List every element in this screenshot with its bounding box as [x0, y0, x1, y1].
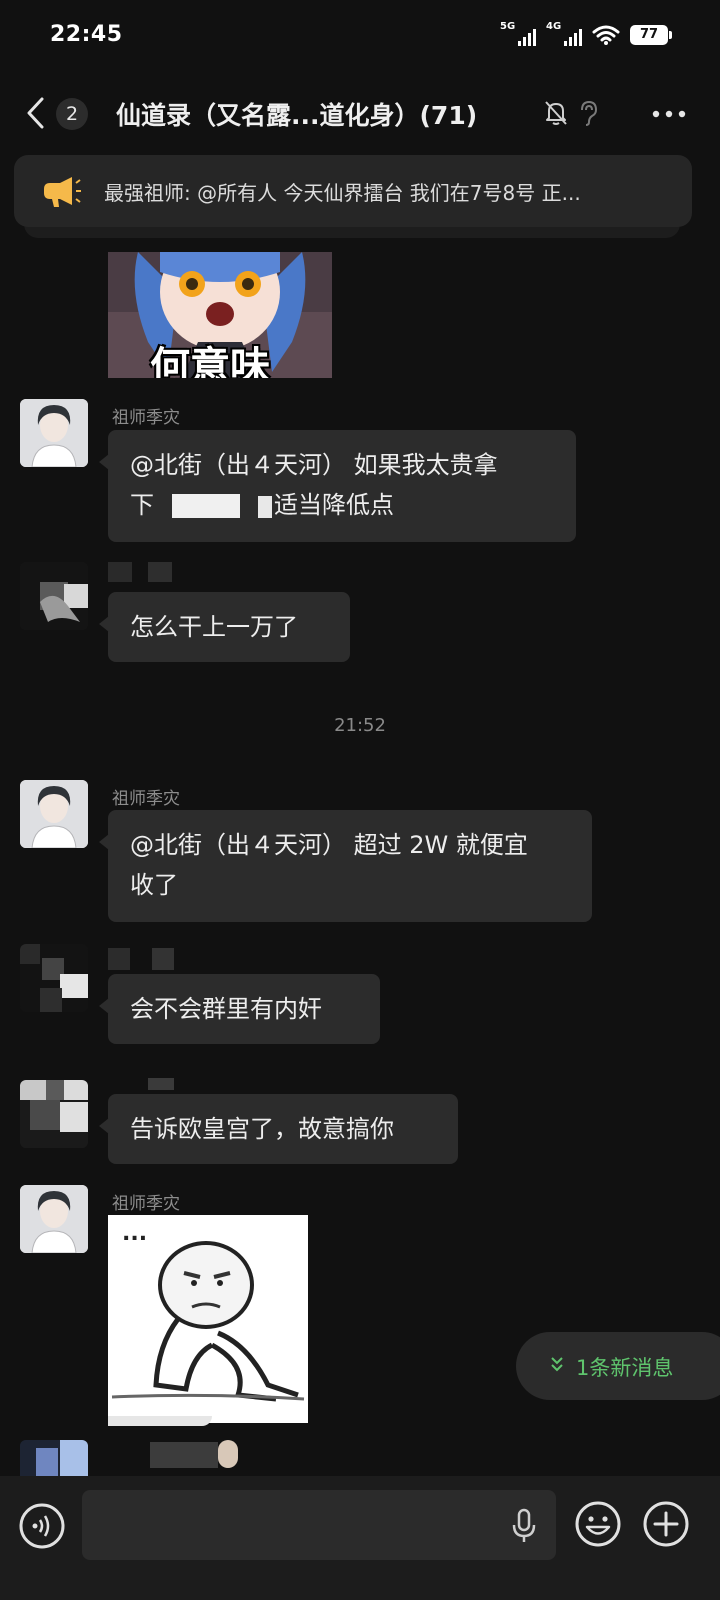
sender-name: 祖师季灾	[112, 1194, 180, 1214]
redacted-sender-name	[218, 1440, 238, 1468]
chevron-down-icon	[551, 1357, 563, 1372]
message-line: 收了	[130, 871, 178, 899]
redacted-sender-name	[108, 948, 130, 970]
chat-header: 2 仙道录（又名露...道化身）(71)	[0, 82, 720, 144]
redacted-sender-name	[148, 1078, 174, 1090]
redacted-sender-name	[108, 562, 132, 582]
avatar[interactable]	[20, 780, 88, 848]
megaphone-icon	[44, 177, 81, 207]
status-bar: 22:45 5G 4G 77	[0, 0, 720, 72]
status-icons: 5G 4G 77	[500, 21, 672, 46]
avatar[interactable]	[20, 562, 88, 630]
message-bubble[interactable]: 会不会群里有内奸	[99, 974, 380, 1044]
new-messages-button[interactable]: 1条新消息	[516, 1332, 720, 1400]
sticker-ellipsis-text: ...	[122, 1221, 148, 1246]
message-line: @北街（出４天河） 如果我太贵拿	[130, 451, 498, 479]
message-bubble[interactable]: @北街（出４天河） 如果我太贵拿 下 适当降低点	[99, 430, 576, 542]
more-icon[interactable]	[652, 110, 686, 118]
sticker-message[interactable]: ...	[108, 1215, 308, 1423]
chat-title[interactable]: 仙道录（又名露...道化身）(71)	[116, 96, 477, 132]
mic-icon[interactable]	[512, 1508, 536, 1544]
redaction-blur	[258, 496, 272, 518]
redacted-sender-name	[148, 562, 172, 582]
plus-icon[interactable]	[642, 1500, 690, 1548]
meme-face-sticker-image	[111, 1241, 305, 1402]
sender-name: 祖师季灾	[112, 789, 180, 809]
unread-count-badge[interactable]: 2	[56, 98, 88, 130]
message-line: 告诉欧皇宫了，故意搞你	[130, 1115, 394, 1143]
voice-icon[interactable]	[18, 1502, 66, 1550]
message-line: 怎么干上一万了	[130, 613, 298, 641]
timestamp: 21:52	[334, 715, 386, 736]
message-input[interactable]	[82, 1490, 556, 1560]
signal-4g-icon: 4G	[546, 21, 582, 46]
wifi-icon	[592, 25, 620, 45]
avatar[interactable]	[20, 1080, 88, 1148]
mute-icon	[545, 101, 567, 125]
avatar[interactable]	[20, 944, 88, 1012]
message-bubble[interactable]: @北街（出４天河） 超过 2W 就便宜 收了	[99, 810, 592, 922]
announcement-text: 最强祖师: @所有人 今天仙界擂台 我们在7号8号 正...	[104, 181, 581, 205]
sticker-bottom-shadow	[108, 1416, 212, 1426]
sender-name: 祖师季灾	[112, 408, 180, 428]
new-messages-label: 1条新消息	[576, 1356, 674, 1380]
input-bar	[0, 1476, 720, 1600]
ear-icon	[581, 100, 598, 126]
battery-indicator: 77	[630, 25, 672, 45]
redacted-sender-name	[150, 1442, 218, 1468]
avatar[interactable]	[20, 399, 88, 467]
message-line: @北街（出４天河） 超过 2W 就便宜	[130, 831, 528, 859]
status-time: 22:45	[50, 22, 123, 47]
signal-5g-icon: 5G	[500, 21, 536, 46]
emoji-icon[interactable]	[574, 1500, 622, 1548]
redaction-blur	[172, 494, 240, 518]
avatar[interactable]	[20, 1185, 88, 1253]
message-bubble[interactable]: 怎么干上一万了	[99, 592, 350, 662]
message-bubble[interactable]: 告诉欧皇宫了，故意搞你	[99, 1094, 458, 1164]
back-icon[interactable]	[24, 96, 48, 130]
group-announcement[interactable]: 最强祖师: @所有人 今天仙界擂台 我们在7号8号 正...	[14, 155, 692, 227]
redacted-sender-name	[152, 948, 174, 970]
sticker-message[interactable]: 何意味	[108, 252, 332, 378]
sticker-caption: 何意味	[150, 344, 270, 378]
message-line: 会不会群里有内奸	[130, 995, 322, 1023]
avatar[interactable]	[20, 1440, 88, 1476]
